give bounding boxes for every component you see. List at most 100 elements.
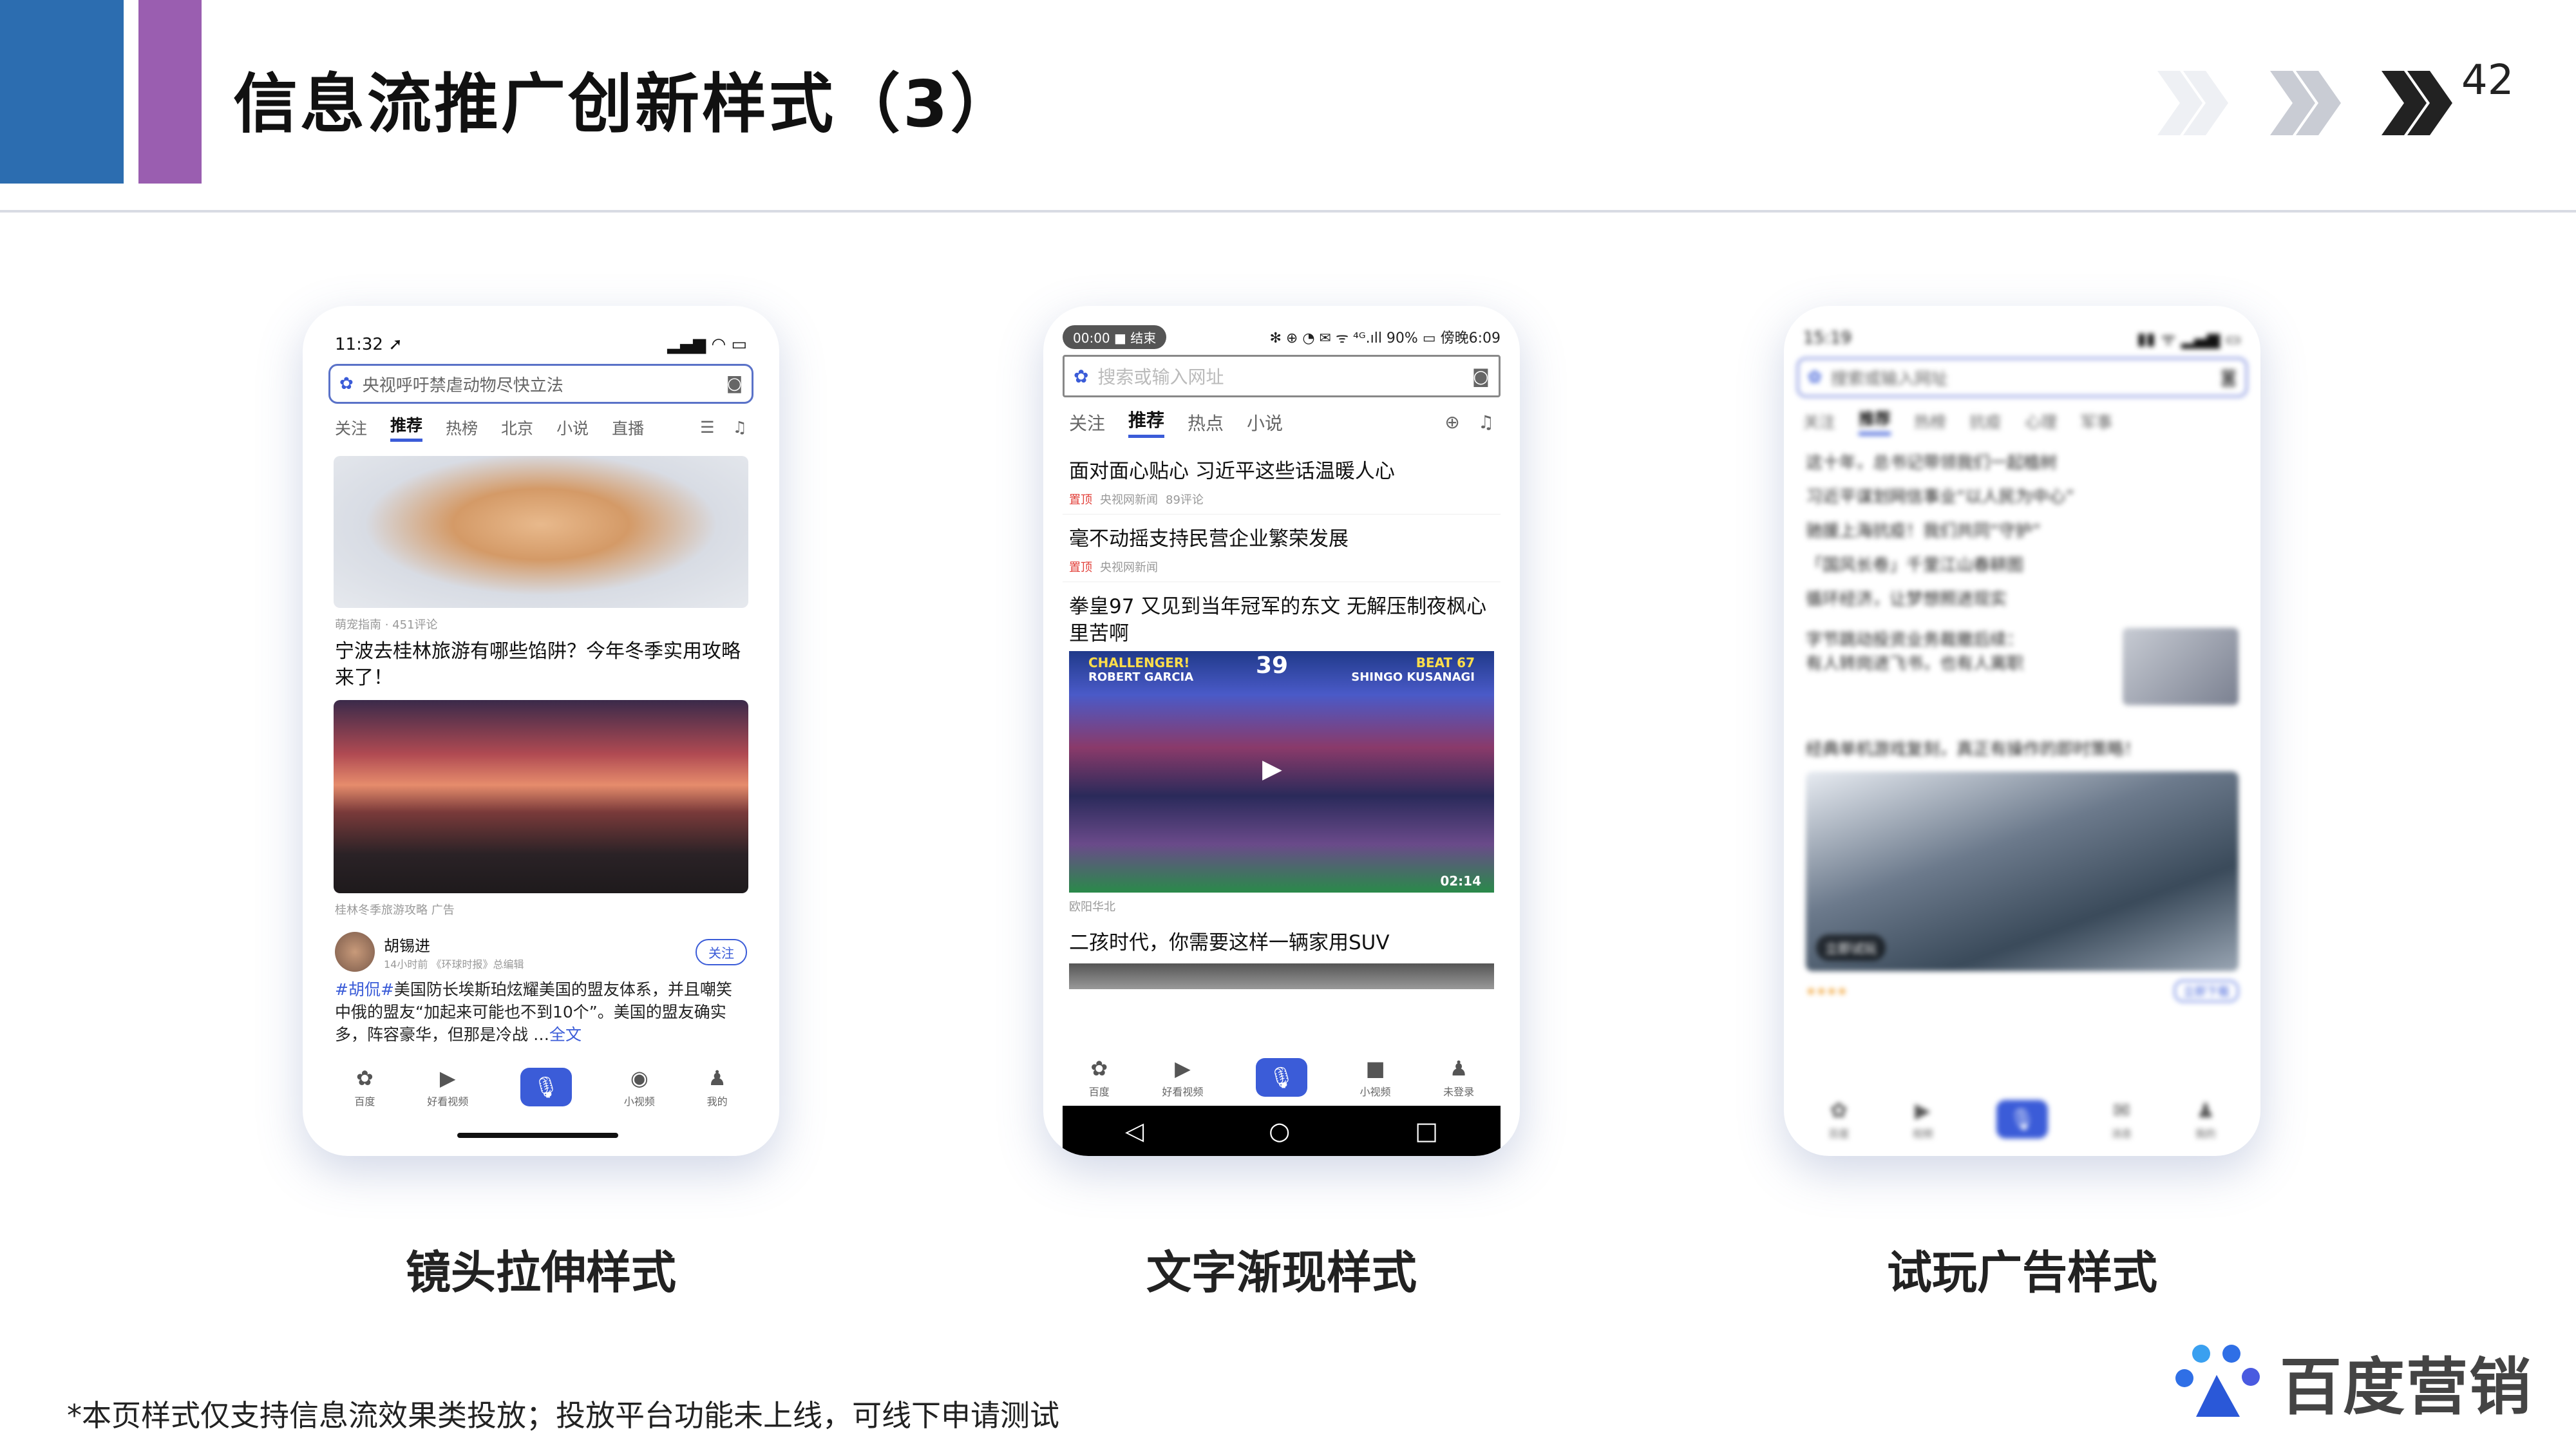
game-label-p1: CHALLENGER! xyxy=(1088,655,1190,671)
search-input[interactable]: ✿ 搜索或输入网址 ◙ xyxy=(1063,355,1501,397)
article-title: 字节跳动投资业务裁撤后续：有人转岗进飞书，也有人离职 xyxy=(1806,630,2024,674)
tab-hot[interactable]: 热榜 xyxy=(1914,410,1946,433)
post-hashtag[interactable]: #胡侃# xyxy=(335,980,394,999)
feed-tabs: 关注 推荐 热榜 抗疫 心理 军事 xyxy=(1797,397,2248,444)
home-indicator xyxy=(457,1133,618,1138)
nav-home[interactable]: ✿ 百度 xyxy=(1089,1056,1110,1099)
news-item-video[interactable]: 拳皇97 又见到当年冠军的东文 无解压制夜枫心里苦啊 CHALLENGER! 3… xyxy=(1063,582,1501,922)
baidu-paw-icon: ✿ xyxy=(1074,365,1089,387)
tab-novel[interactable]: 小说 xyxy=(556,416,589,439)
tab-military[interactable]: 军事 xyxy=(2080,410,2112,433)
camera-icon[interactable]: ◙ xyxy=(2221,368,2237,387)
tab-follow[interactable]: 关注 xyxy=(1803,410,1835,433)
tab-follow[interactable]: 关注 xyxy=(1069,410,1105,435)
recents-icon[interactable]: □ xyxy=(1415,1117,1438,1145)
nav-video[interactable]: ▶ 好看视频 xyxy=(1162,1056,1203,1099)
download-button[interactable]: 立即下载 xyxy=(2174,980,2239,1002)
playable-ad-title[interactable]: 经典单机游戏复刻，真正有操作的即时策略！ xyxy=(1797,731,2248,765)
article-item[interactable]: 字节跳动投资业务裁撤后续：有人转岗进飞书，也有人离职 xyxy=(1797,621,2248,731)
nav-profile[interactable]: ♟ 我的 xyxy=(707,1066,728,1108)
screen-record-badge[interactable]: 00:00 ■ 结束 xyxy=(1063,325,1167,349)
nav-video[interactable]: ▶ 好看视频 xyxy=(427,1066,468,1108)
tab-recommend[interactable]: 推荐 xyxy=(1128,406,1165,438)
item-meta: 萌宠指南 · 451评论 xyxy=(335,618,438,632)
back-icon[interactable]: ◁ xyxy=(1125,1117,1144,1145)
news-headline[interactable]: 习近平谋划网信事业“以人民为中心” xyxy=(1797,478,2248,513)
nav-short-video[interactable]: ◉ 小视频 xyxy=(624,1066,655,1108)
tab-epidemic[interactable]: 抗疫 xyxy=(1969,410,2002,433)
phone-mockup-playable-ad: 15:19 ▮▮ ᯤ ▂▄▆ ▭ ✿ 搜索或输入网址 ◙ 关注 推荐 热榜 抗疫… xyxy=(1784,306,2260,1156)
nav-short-video[interactable]: ■ 小视频 xyxy=(1360,1056,1391,1099)
nav-messages[interactable]: ✉ 消息 xyxy=(2111,1098,2132,1141)
nav-home[interactable]: ✿ 百度 xyxy=(354,1066,375,1108)
tab-follow[interactable]: 关注 xyxy=(335,416,367,439)
add-tab-icon[interactable]: ⊕ xyxy=(1444,412,1459,433)
pinned-tag: 置顶 xyxy=(1069,560,1092,574)
paw-icon: ✿ xyxy=(1090,1056,1108,1081)
news-item[interactable]: 面对面心贴心 习近平这些话温暖人心 置顶 央视网新闻 89评论 xyxy=(1063,447,1501,515)
phone-mockup-lens-stretch: 11:32 ➚ ▂▄▆ ◠ ▭ ✿ 央视呼吁禁虐动物尽快立法 ◙ 关注 推荐 热… xyxy=(303,306,779,1156)
feed-tabs: 关注 推荐 热点 小说 ⊕ ♫ xyxy=(1063,397,1501,447)
try-play-button[interactable]: 立即试玩 xyxy=(1816,934,1886,961)
chevron-right-icon xyxy=(2382,71,2452,135)
search-input[interactable]: ✿ 央视呼吁禁虐动物尽快立法 ◙ xyxy=(328,364,753,404)
nav-profile[interactable]: ♟ 未登录 xyxy=(1443,1056,1474,1099)
news-item[interactable]: 毫不动摇支持民营企业繁荣发展 置顶 央视网新闻 xyxy=(1063,515,1501,582)
follow-button[interactable]: 关注 xyxy=(696,938,747,965)
tab-recommend[interactable]: 推荐 xyxy=(1859,406,1891,435)
camera-icon[interactable]: ◙ xyxy=(1472,366,1490,387)
caption-text-fade: 文字渐现样式 xyxy=(1146,1246,1417,1299)
read-more-link[interactable]: 全文 xyxy=(549,1025,582,1044)
puppy-image[interactable] xyxy=(334,456,748,608)
news-item[interactable]: 二孩时代，你需要这样一辆家用SUV xyxy=(1063,921,1501,996)
baidu-paw-icon: ✿ xyxy=(1808,368,1822,387)
voice-search-button[interactable]: 🎙 xyxy=(1996,1100,2048,1139)
game-video-thumbnail[interactable]: CHALLENGER! 39 BEAT 67 ROBERT GARCIA SHI… xyxy=(1069,651,1494,893)
headphones-icon[interactable]: ♫ xyxy=(1478,412,1494,433)
accent-bar-purple xyxy=(138,0,202,184)
play-icon[interactable]: ▶ xyxy=(1262,754,1282,784)
tab-novel[interactable]: 小说 xyxy=(1247,410,1283,435)
tab-live[interactable]: 直播 xyxy=(612,416,644,439)
article-thumbnail xyxy=(2123,628,2239,705)
nav-profile[interactable]: ♟ 我的 xyxy=(2195,1098,2216,1141)
status-bar: 11:32 ➚ ▂▄▆ ◠ ▭ xyxy=(328,325,753,364)
news-title: 二孩时代，你需要这样一辆家用SUV xyxy=(1069,931,1390,955)
news-headline[interactable]: 「国风长卷」千里江山春耕图 xyxy=(1797,547,2248,581)
avatar[interactable] xyxy=(335,932,375,972)
nav-home[interactable]: ✿ 百度 xyxy=(1828,1098,1849,1141)
tab-hot[interactable]: 热榜 xyxy=(446,416,478,439)
nav-label: 好看视频 xyxy=(1162,1086,1204,1098)
post-text: #胡侃#美国防长埃斯珀炫耀美国的盟友体系，并且嘲笑中俄的盟友“加起来可能也不到1… xyxy=(328,974,753,1050)
signal-icon: ▮▮ ᯤ ▂▄▆ ▭ xyxy=(2137,330,2241,349)
nav-label: 消息 xyxy=(2111,1128,2132,1140)
camera-icon[interactable]: ◙ xyxy=(726,374,743,393)
paw-icon: ✿ xyxy=(1830,1098,1848,1122)
tab-beijing[interactable]: 北京 xyxy=(501,416,533,439)
guilin-sunset-image[interactable] xyxy=(334,700,748,893)
status-bar: 00:00 ■ 结束 ✻ ⊕ ◔ ✉ ᯤ ⁴ᴳ.ıll 90% ▭ 傍晚6:09 xyxy=(1063,319,1501,355)
ad-meta: 桂林冬季旅游攻略 广告 xyxy=(335,904,455,917)
post-header: 胡锡进 14小时前 《环球时报》总编辑 关注 xyxy=(328,920,753,974)
home-icon[interactable]: ○ xyxy=(1269,1117,1290,1145)
post-author[interactable]: 胡锡进 xyxy=(384,933,524,956)
news-headline[interactable]: 驰援上海抗疫！我们共同“守护” xyxy=(1797,513,2248,547)
tab-recommend[interactable]: 推荐 xyxy=(390,413,423,442)
video-camera-icon: ■ xyxy=(1365,1056,1385,1081)
menu-icon[interactable]: ☰ xyxy=(700,418,714,437)
status-time: 15:19 xyxy=(1803,328,1852,348)
suv-image[interactable] xyxy=(1069,963,1494,990)
headphones-icon[interactable]: ♫ xyxy=(733,418,747,437)
tab-psychology[interactable]: 心理 xyxy=(2025,410,2057,433)
playable-game-preview[interactable]: 立即试玩 xyxy=(1806,772,2239,971)
voice-search-button[interactable]: 🎙 xyxy=(520,1068,572,1106)
voice-search-button[interactable]: 🎙 xyxy=(1255,1058,1307,1097)
nav-video[interactable]: ▶ 视频 xyxy=(1913,1098,1933,1141)
news-headline[interactable]: 这十年，总书记带领我们一起植树 xyxy=(1797,444,2248,478)
search-input[interactable]: ✿ 搜索或输入网址 ◙ xyxy=(1797,357,2248,397)
tab-hot[interactable]: 热点 xyxy=(1188,410,1224,435)
bottom-nav: ✿ 百度 ▶ 好看视频 🎙 ■ 小视频 ♟ 未登录 xyxy=(1063,1056,1501,1099)
news-headline[interactable]: 循环经济，让梦想照进现实 xyxy=(1797,581,2248,615)
news-source: 央视网新闻 xyxy=(1100,493,1158,507)
ad-headline[interactable]: 宁波去桂林旅游有哪些馅阱？今年冬季实用攻略来了！ xyxy=(328,635,753,695)
